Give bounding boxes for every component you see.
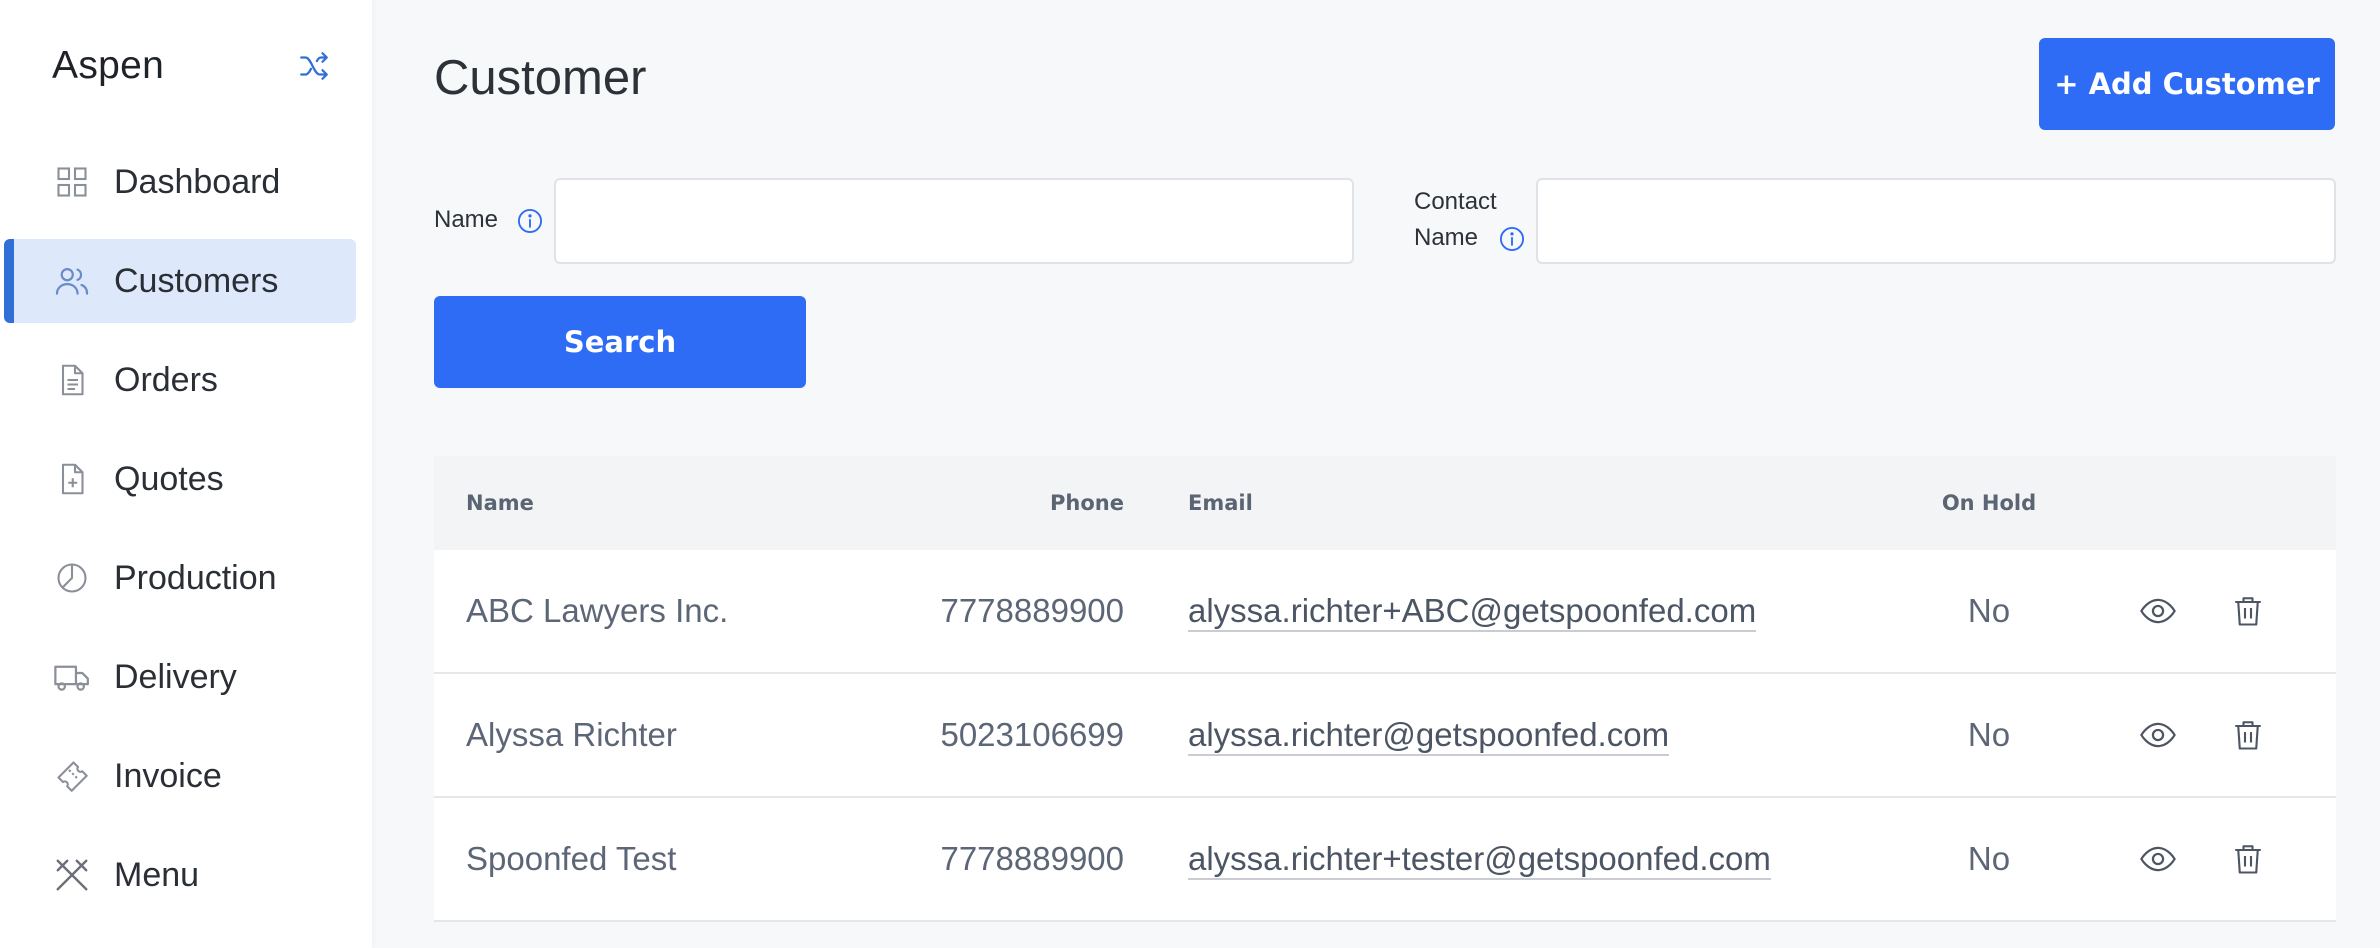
pie-chart-icon — [52, 558, 92, 598]
document-icon — [52, 360, 92, 400]
info-icon[interactable] — [1498, 225, 1526, 253]
brand-name: Aspen — [52, 44, 165, 87]
contact-name-search-input[interactable] — [1536, 178, 2336, 264]
name-filter-label: Name — [434, 206, 499, 233]
sidebar-item-label: Production — [114, 558, 277, 597]
table-header: Name Phone Email On Hold — [434, 456, 2336, 550]
main-content: Customer + Add Customer Name Contact Nam… — [372, 0, 2380, 948]
customer-table: Name Phone Email On Hold ABC Lawyers Inc… — [434, 456, 2336, 922]
users-icon — [52, 261, 92, 301]
contact-name-filter-label-line1: Contact — [1414, 188, 1497, 215]
ticket-icon — [52, 756, 92, 796]
sidebar-item-label: Quotes — [114, 459, 224, 498]
column-header-email[interactable]: Email — [1124, 491, 1914, 515]
sidebar-item-delivery[interactable]: Delivery — [4, 635, 356, 719]
sidebar-item-label: Orders — [114, 360, 218, 399]
info-icon[interactable] — [516, 207, 544, 235]
customer-email-cell: alyssa.richter+tester@getspoonfed.com — [1124, 840, 1914, 880]
eye-icon[interactable] — [2138, 591, 2178, 631]
customer-phone: 7778889900 — [940, 840, 1124, 877]
table-row: ABC Lawyers Inc. 7778889900 alyssa.richt… — [434, 550, 2336, 674]
customer-email-link[interactable]: alyssa.richter+tester@getspoonfed.com — [1188, 840, 1771, 880]
sidebar-item-label: Menu — [114, 855, 200, 894]
sidebar-item-menu[interactable]: Menu — [4, 833, 356, 917]
table-row: Spoonfed Test 7778889900 alyssa.richter+… — [434, 798, 2336, 922]
sidebar-item-label: Customers — [114, 261, 279, 300]
sidebar-item-production[interactable]: Production — [4, 536, 356, 620]
sidebar-item-orders[interactable]: Orders — [4, 338, 356, 422]
page-title: Customer — [434, 51, 647, 105]
column-header-phone[interactable]: Phone — [862, 491, 1124, 515]
utensils-icon — [52, 855, 92, 895]
trash-icon[interactable] — [2228, 715, 2268, 755]
eye-icon[interactable] — [2138, 839, 2178, 879]
customer-email-link[interactable]: alyssa.richter@getspoonfed.com — [1188, 716, 1670, 756]
search-button[interactable]: Search — [434, 296, 806, 388]
sidebar-item-label: Dashboard — [114, 162, 281, 201]
sidebar-nav: Dashboard Customers Orders Quotes Produc… — [0, 140, 372, 932]
sidebar-item-label: Invoice — [114, 756, 222, 795]
column-header-name[interactable]: Name — [434, 491, 862, 515]
trash-icon[interactable] — [2228, 591, 2268, 631]
contact-name-filter-label-line2: Name — [1414, 224, 1479, 251]
sidebar-item-quotes[interactable]: Quotes — [4, 437, 356, 521]
customer-name: Spoonfed Test — [466, 840, 677, 877]
dashboard-grid-icon — [52, 162, 92, 202]
customer-email-cell: alyssa.richter@getspoonfed.com — [1124, 716, 1914, 756]
customer-phone: 7778889900 — [940, 592, 1124, 629]
customer-on-hold: No — [1967, 840, 2011, 877]
customer-name: ABC Lawyers Inc. — [466, 592, 729, 629]
shuffle-icon[interactable] — [296, 48, 332, 84]
customer-phone: 5023106699 — [940, 716, 1124, 753]
table-row: Alyssa Richter 5023106699 alyssa.richter… — [434, 674, 2336, 798]
row-actions — [2064, 839, 2336, 879]
sidebar-item-label: Delivery — [114, 657, 237, 696]
file-plus-icon — [52, 459, 92, 499]
eye-icon[interactable] — [2138, 715, 2178, 755]
sidebar-item-invoice[interactable]: Invoice — [4, 734, 356, 818]
sidebar-item-dashboard[interactable]: Dashboard — [4, 140, 356, 224]
add-customer-button[interactable]: + Add Customer — [2039, 38, 2335, 130]
customer-on-hold: No — [1967, 716, 2011, 753]
truck-icon — [52, 657, 92, 697]
column-header-on-hold[interactable]: On Hold — [1914, 491, 2064, 515]
row-actions — [2064, 591, 2336, 631]
customer-on-hold: No — [1967, 592, 2011, 629]
sidebar: Aspen Dashboard Customers Orders Quotes … — [0, 0, 372, 948]
row-actions — [2064, 715, 2336, 755]
sidebar-item-customers[interactable]: Customers — [4, 239, 356, 323]
trash-icon[interactable] — [2228, 839, 2268, 879]
customer-email-cell: alyssa.richter+ABC@getspoonfed.com — [1124, 592, 1914, 632]
brand-row: Aspen — [52, 38, 332, 94]
customer-name: Alyssa Richter — [466, 716, 677, 753]
customer-email-link[interactable]: alyssa.richter+ABC@getspoonfed.com — [1188, 592, 1757, 632]
name-search-input[interactable] — [554, 178, 1354, 264]
